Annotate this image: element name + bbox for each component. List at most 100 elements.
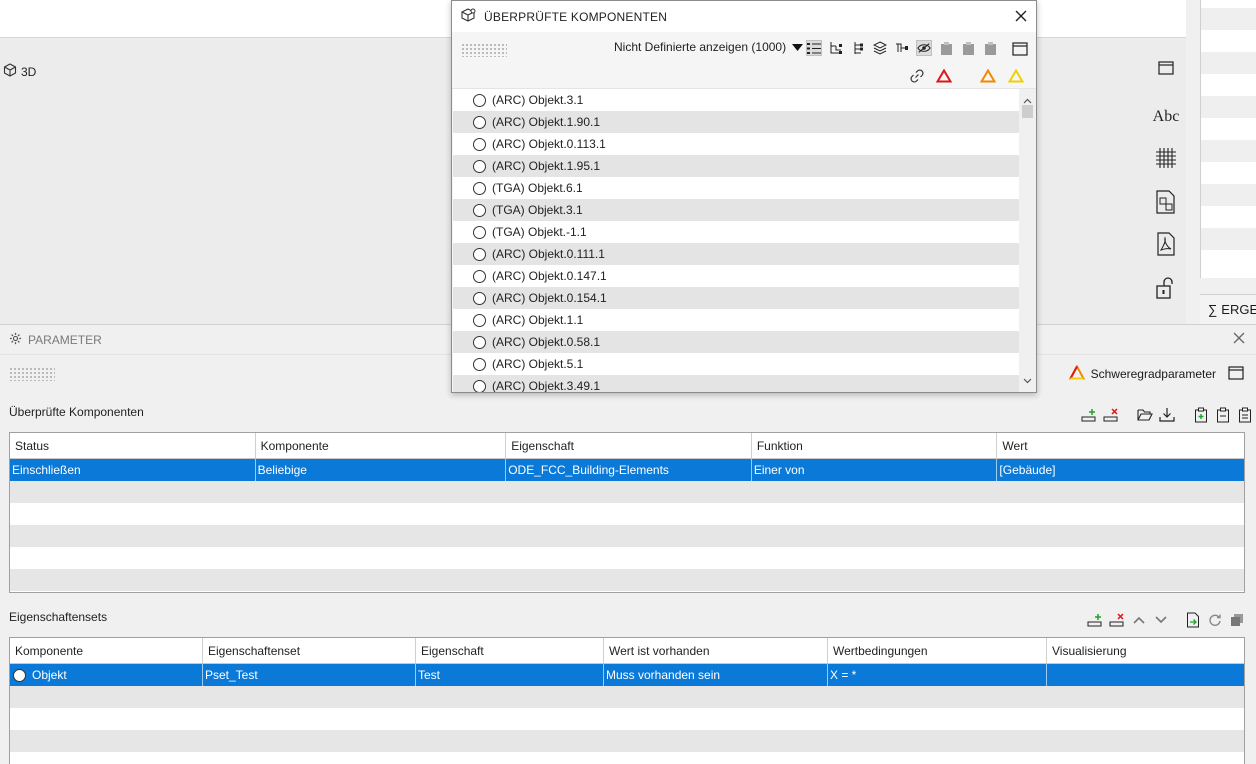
drag-handle[interactable] (461, 43, 507, 57)
severity-parameter-button[interactable]: Schweregradparameter (1068, 364, 1244, 383)
remove-row-icon[interactable] (1109, 612, 1125, 628)
list-item[interactable]: (ARC) Objekt.0.113.1 (453, 133, 1019, 155)
clipboard-disabled-icon[interactable] (960, 40, 976, 56)
empty-row[interactable] (10, 730, 1244, 752)
radio-icon[interactable] (473, 137, 486, 151)
tree-view-icon[interactable] (828, 40, 844, 56)
radio-icon[interactable] (473, 115, 486, 129)
empty-row[interactable] (10, 481, 1244, 503)
scroll-thumb[interactable] (1022, 105, 1033, 118)
layout-icon[interactable] (1228, 365, 1244, 383)
link-icon[interactable] (910, 69, 924, 86)
filter-dropdown[interactable]: Nicht Definierte anzeigen (1000) (614, 40, 804, 54)
remove-row-icon[interactable] (1103, 407, 1119, 423)
component-export-button[interactable] (1138, 188, 1194, 218)
layout-button[interactable] (1138, 54, 1194, 84)
radio-icon[interactable] (473, 357, 486, 371)
clipboard-list-icon[interactable] (1237, 407, 1253, 423)
list-item[interactable]: (TGA) Objekt.3.1 (453, 199, 1019, 221)
scroll-down-icon[interactable] (1023, 373, 1032, 387)
clipboard-icon[interactable] (1215, 407, 1231, 423)
list-item[interactable]: (TGA) Objekt.-1.1 (453, 221, 1019, 243)
radio-icon[interactable] (473, 313, 486, 327)
clipboard-add-icon[interactable] (1193, 407, 1209, 423)
list-item[interactable]: (ARC) Objekt.0.58.1 (453, 331, 1019, 353)
results-tab[interactable]: ∑ ERGE (1200, 294, 1256, 324)
empty-row[interactable] (10, 503, 1244, 525)
radio-icon[interactable] (473, 181, 486, 195)
layers-icon[interactable] (872, 40, 888, 56)
close-icon[interactable] (1014, 9, 1028, 23)
text-tool-button[interactable]: Abc (1138, 102, 1194, 132)
empty-row[interactable] (10, 686, 1244, 708)
radio-icon[interactable] (473, 93, 486, 107)
severity-low-icon[interactable] (1007, 68, 1025, 86)
radio-icon[interactable] (473, 269, 486, 283)
list-item[interactable]: (TGA) Objekt.6.1 (453, 177, 1019, 199)
list-item[interactable]: (ARC) Objekt.0.154.1 (453, 287, 1019, 309)
radio-icon[interactable] (473, 247, 486, 261)
download-icon[interactable] (1159, 407, 1175, 423)
add-row-icon[interactable] (1087, 612, 1103, 628)
pdf-button[interactable] (1138, 230, 1194, 260)
table-row[interactable]: Objekt Pset_Test Test Muss vorhanden sei… (10, 664, 1244, 686)
chevron-up-icon[interactable] (1131, 612, 1147, 628)
components-table-header: Status Komponente Eigenschaft Funktion W… (10, 433, 1244, 459)
list-item[interactable]: (ARC) Objekt.3.1 (453, 89, 1019, 111)
radio-icon[interactable] (473, 225, 486, 239)
column-header[interactable]: Wert ist vorhanden (604, 638, 828, 663)
empty-row[interactable] (10, 708, 1244, 730)
radio-icon[interactable] (473, 335, 486, 349)
empty-row[interactable] (10, 525, 1244, 547)
list-item[interactable]: (ARC) Objekt.1.1 (453, 309, 1019, 331)
table-row[interactable]: Einschließen Beliebige ODE_FCC_Building-… (10, 459, 1244, 481)
view-label[interactable]: 3D (3, 63, 36, 80)
layout-icon[interactable] (1012, 42, 1028, 59)
column-header[interactable]: Eigenschaft (416, 638, 604, 663)
empty-row[interactable] (10, 569, 1244, 591)
hierarchy-icon[interactable] (850, 40, 866, 56)
column-header[interactable]: Eigenschaftenset (203, 638, 416, 663)
vertical-scrollbar[interactable] (1019, 89, 1036, 392)
clipboard-disabled-icon[interactable] (982, 40, 998, 56)
column-header[interactable]: Komponente (10, 638, 203, 663)
dialog-title-bar[interactable]: ÜBERPRÜFTE KOMPONENTEN (452, 1, 1036, 32)
radio-icon[interactable] (473, 203, 486, 217)
column-header[interactable]: Wertbedingungen (828, 638, 1047, 663)
list-item[interactable]: (ARC) Objekt.1.90.1 (453, 111, 1019, 133)
radio-icon[interactable] (13, 668, 26, 682)
open-folder-icon[interactable] (1137, 407, 1153, 423)
clipboard-disabled-icon[interactable] (938, 40, 954, 56)
chevron-down-icon[interactable] (1153, 612, 1169, 628)
column-header[interactable]: Visualisierung (1047, 638, 1244, 663)
hide-eye-icon[interactable] (916, 40, 932, 56)
list-item[interactable]: (ARC) Objekt.5.1 (453, 353, 1019, 375)
copy-icon[interactable] (1229, 612, 1245, 628)
empty-row[interactable] (10, 547, 1244, 569)
list-item[interactable]: (ARC) Objekt.0.147.1 (453, 265, 1019, 287)
radio-icon[interactable] (473, 159, 486, 173)
column-header[interactable]: Funktion (752, 433, 998, 458)
column-header[interactable]: Komponente (256, 433, 507, 458)
drag-handle[interactable] (9, 367, 55, 381)
close-icon[interactable] (1232, 331, 1248, 347)
table-cell: Beliebige (256, 459, 507, 481)
radio-icon[interactable] (473, 291, 486, 305)
column-header[interactable]: Status (10, 433, 256, 458)
radio-icon[interactable] (473, 379, 486, 392)
list-item[interactable]: (ARC) Objekt.0.111.1 (453, 243, 1019, 265)
lock-button[interactable] (1138, 274, 1194, 304)
severity-high-icon[interactable] (935, 68, 953, 86)
column-header[interactable]: Wert (997, 433, 1244, 458)
network-icon[interactable] (894, 40, 910, 56)
severity-medium-icon[interactable] (979, 68, 997, 86)
column-header[interactable]: Eigenschaft (506, 433, 752, 458)
grid-button[interactable] (1138, 144, 1194, 174)
refresh-icon[interactable] (1207, 612, 1223, 628)
list-view-icon[interactable] (806, 40, 822, 56)
list-item[interactable]: (ARC) Objekt.3.49.1 (453, 375, 1019, 392)
property-sets-table: Komponente Eigenschaftenset Eigenschaft … (9, 637, 1245, 764)
export-document-icon[interactable] (1185, 612, 1201, 628)
list-item[interactable]: (ARC) Objekt.1.95.1 (453, 155, 1019, 177)
add-row-icon[interactable] (1081, 407, 1097, 423)
